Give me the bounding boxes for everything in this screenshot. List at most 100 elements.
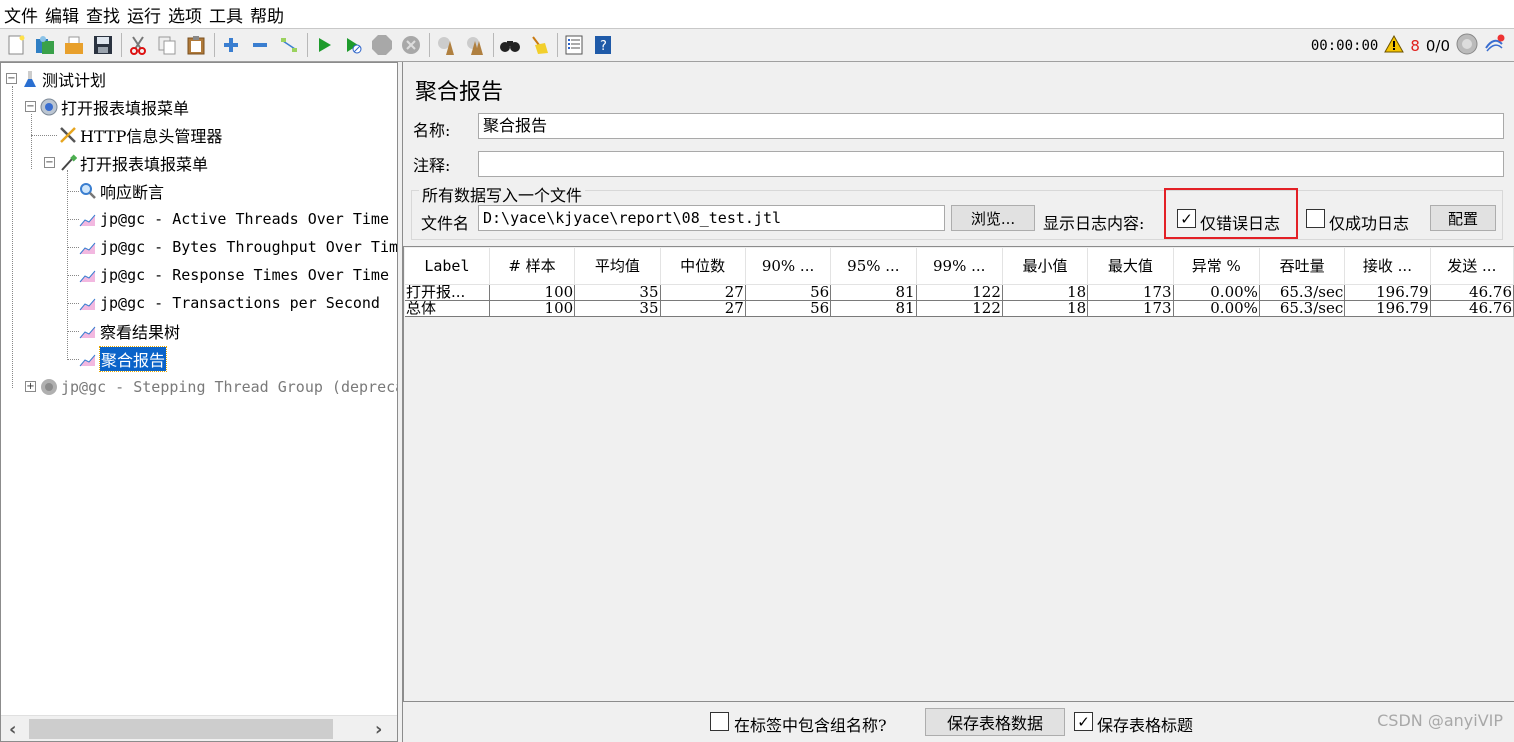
comment-input[interactable] <box>478 151 1504 177</box>
cut-icon[interactable] <box>127 34 149 56</box>
stop-icon[interactable] <box>371 34 393 56</box>
table-cell: 46.76 <box>1430 284 1514 301</box>
open-icon[interactable] <box>63 34 85 56</box>
clear-all-icon[interactable] <box>464 34 486 56</box>
function-helper-icon[interactable] <box>563 34 585 56</box>
log-content-label: 显示日志内容: <box>1043 214 1145 233</box>
name-input[interactable]: 聚合报告 <box>478 113 1504 139</box>
menu-help[interactable]: 帮助 <box>250 2 284 27</box>
column-header[interactable]: Label <box>405 248 490 285</box>
tree-node-sampler[interactable]: 打开报表填报菜单 <box>59 151 208 175</box>
tree-line <box>67 219 79 220</box>
reset-search-icon[interactable] <box>528 34 550 56</box>
tree-node-listener[interactable]: 察看结果树 <box>79 319 180 343</box>
column-header[interactable]: 90% ... <box>745 248 832 285</box>
save-header-checkbox[interactable]: ✓ <box>1074 712 1093 731</box>
configure-button[interactable]: 配置 <box>1430 205 1496 231</box>
warning-icon[interactable] <box>1384 34 1405 57</box>
collapse-toggle[interactable]: − <box>25 101 36 112</box>
column-header[interactable]: 最小值 <box>1002 248 1089 285</box>
tree-node-test-plan[interactable]: 测试计划 <box>21 67 106 91</box>
graph-icon <box>79 294 97 312</box>
collapse-toggle[interactable]: − <box>6 73 17 84</box>
tree-node-listener[interactable]: jp@gc - Transactions per Second <box>79 291 380 315</box>
menu-options[interactable]: 选项 <box>168 2 202 27</box>
save-icon[interactable] <box>92 34 114 56</box>
toggle-icon[interactable] <box>278 34 300 56</box>
tree-node-thread-group[interactable]: 打开报表填报菜单 <box>40 95 189 119</box>
filename-input[interactable]: D:\yace\kjyace\report\08_test.jtl <box>478 205 945 231</box>
copy-icon[interactable] <box>156 34 178 56</box>
column-header[interactable]: 接收 ... <box>1344 248 1431 285</box>
success-only-checkbox[interactable] <box>1306 209 1325 228</box>
table-cell: 56 <box>745 284 832 301</box>
remote-engines-icon[interactable] <box>1456 33 1478 59</box>
tree-node-aggregate-report[interactable]: 聚合报告 <box>79 346 168 372</box>
column-header[interactable]: 吞吐量 <box>1259 248 1346 285</box>
active-threads: 0/0 <box>1425 36 1450 55</box>
save-header-label: 保存表格标题 <box>1097 716 1194 735</box>
scroll-left-icon[interactable]: ‹ <box>9 719 16 740</box>
column-header[interactable]: 中位数 <box>660 248 746 285</box>
tree-node-header-manager[interactable]: HTTP信息头管理器 <box>59 123 222 147</box>
help-icon[interactable]: ? <box>592 34 614 56</box>
tree-node-stepping-thread-group[interactable]: jp@gc - Stepping Thread Group (deprecate… <box>40 375 397 399</box>
search-icon[interactable] <box>499 34 521 56</box>
menu-edit[interactable]: 编辑 <box>45 2 79 27</box>
tree-node-listener[interactable]: jp@gc - Active Threads Over Time <box>79 207 389 231</box>
tree-line <box>67 247 79 248</box>
tree-line <box>31 114 32 169</box>
checkmark-icon: ✓ <box>1077 712 1090 731</box>
collapse-icon[interactable] <box>249 34 271 56</box>
new-icon[interactable] <box>5 34 27 56</box>
table-cell: 打开报... <box>405 284 490 301</box>
tree-node-listener[interactable]: jp@gc - Bytes Throughput Over Time <box>79 235 397 259</box>
clear-icon[interactable] <box>435 34 457 56</box>
column-header[interactable]: 最大值 <box>1087 248 1174 285</box>
include-group-checkbox[interactable] <box>710 712 729 731</box>
start-no-pause-icon[interactable] <box>342 34 364 56</box>
scroll-right-icon[interactable]: › <box>375 719 382 740</box>
shutdown-icon[interactable] <box>400 34 422 56</box>
column-header[interactable]: 发送 ... <box>1430 248 1514 285</box>
table-row[interactable]: 打开报... 100 35 27 56 81 122 18 173 0.00% … <box>405 284 1514 301</box>
tree-node-assertion[interactable]: 响应断言 <box>79 179 164 203</box>
collapse-toggle[interactable]: − <box>44 157 55 168</box>
include-group-label: 在标签中包含组名称? <box>734 716 887 735</box>
column-header[interactable]: # 样本 <box>489 248 576 285</box>
paste-icon[interactable] <box>185 34 207 56</box>
flask-icon <box>21 70 39 88</box>
menu-search[interactable]: 查找 <box>86 2 120 27</box>
save-table-button[interactable]: 保存表格数据 <box>925 708 1065 736</box>
graph-icon <box>79 210 97 228</box>
scrollbar-thumb[interactable] <box>29 719 333 739</box>
table-cell: 18 <box>1002 300 1089 317</box>
log-viewer-icon[interactable] <box>1484 34 1506 58</box>
table-row[interactable]: 总体 100 35 27 56 81 122 18 173 0.00% 65.3… <box>405 300 1514 317</box>
menu-tools[interactable]: 工具 <box>209 2 243 27</box>
menu-run[interactable]: 运行 <box>127 2 161 27</box>
toolbar-separator <box>307 33 308 57</box>
templates-icon[interactable] <box>34 34 56 56</box>
column-header[interactable]: 95% ... <box>830 248 917 285</box>
table-cell: 122 <box>916 300 1003 317</box>
horizontal-scrollbar[interactable]: ‹ › <box>1 715 397 741</box>
browse-button[interactable]: 浏览... <box>951 205 1035 231</box>
table-cell: 65.3/sec <box>1259 300 1346 317</box>
table-cell: 46.76 <box>1430 300 1514 317</box>
table-cell: 18 <box>1002 284 1089 301</box>
warning-count[interactable]: 8 <box>1410 37 1420 55</box>
tree-node-listener[interactable]: jp@gc - Response Times Over Time <box>79 263 389 287</box>
column-header[interactable]: 99% ... <box>916 248 1003 285</box>
expand-toggle[interactable]: + <box>25 381 36 392</box>
table-cell: 196.79 <box>1344 300 1431 317</box>
tree-line <box>67 359 79 360</box>
expand-icon[interactable] <box>220 34 242 56</box>
menu-file[interactable]: 文件 <box>4 2 38 27</box>
results-table-area: Label # 样本 平均值 中位数 90% ... 95% ... 99% .… <box>403 246 1514 702</box>
column-header[interactable]: 异常 % <box>1173 248 1260 285</box>
results-table: Label # 样本 平均值 中位数 90% ... 95% ... 99% .… <box>405 248 1514 317</box>
column-header[interactable]: 平均值 <box>574 248 661 285</box>
annotation-highlight <box>1164 188 1298 239</box>
start-icon[interactable] <box>313 34 335 56</box>
